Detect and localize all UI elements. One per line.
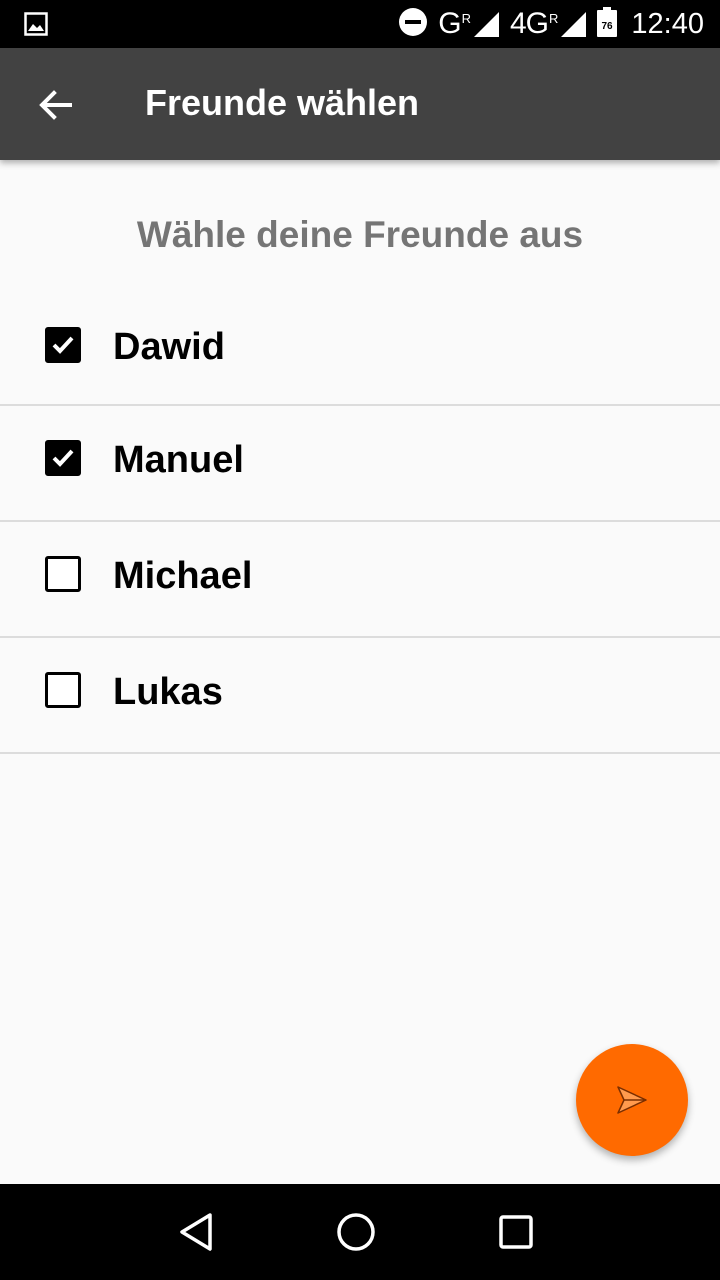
page-title: Freunde wählen bbox=[145, 82, 420, 123]
arrow-back-icon bbox=[39, 90, 72, 120]
friend-checkbox[interactable] bbox=[45, 556, 81, 592]
signal-icon bbox=[474, 12, 499, 37]
battery-level: 76 bbox=[602, 21, 614, 32]
friend-row[interactable]: Lukas bbox=[0, 638, 720, 754]
screen: GR 4G R 76 12:40 Freunde wählen Wähle de… bbox=[0, 0, 720, 1280]
friend-row[interactable]: Michael bbox=[0, 522, 720, 638]
nav-bar bbox=[0, 1184, 720, 1280]
gallery-notification-icon bbox=[24, 12, 48, 41]
friend-name: Michael bbox=[113, 555, 253, 597]
dnd-icon bbox=[398, 7, 428, 42]
network-1: GR bbox=[438, 7, 500, 41]
friend-checkbox[interactable] bbox=[45, 327, 81, 363]
app-bar: Freunde wählen bbox=[0, 48, 720, 160]
send-button[interactable] bbox=[576, 1044, 688, 1156]
checkmark-icon bbox=[52, 336, 74, 354]
friend-checkbox[interactable] bbox=[45, 672, 81, 708]
friend-list: Dawid Manuel Michael Lukas bbox=[0, 290, 720, 754]
friend-row[interactable]: Dawid bbox=[0, 290, 720, 406]
signal-icon bbox=[561, 12, 587, 37]
status-bar: GR 4G R 76 12:40 bbox=[0, 0, 720, 48]
subtitle: Wähle deine Freunde aus bbox=[136, 214, 584, 255]
clock: 12:40 bbox=[631, 7, 704, 40]
battery-icon: 76 bbox=[597, 6, 618, 42]
friend-row[interactable]: Manuel bbox=[0, 406, 720, 522]
nav-recents-button[interactable] bbox=[494, 1210, 538, 1254]
friend-name: Manuel bbox=[113, 439, 244, 481]
nav-recents-icon bbox=[499, 1215, 533, 1249]
friend-name: Lukas bbox=[113, 671, 223, 713]
friend-checkbox[interactable] bbox=[45, 440, 81, 476]
friend-name: Dawid bbox=[113, 326, 225, 368]
nav-home-icon bbox=[337, 1213, 375, 1251]
send-icon bbox=[617, 1086, 647, 1114]
nav-back-icon bbox=[180, 1213, 212, 1251]
back-button[interactable] bbox=[30, 80, 80, 130]
checkmark-icon bbox=[52, 449, 74, 467]
network-2: 4G R bbox=[510, 7, 587, 41]
nav-back-button[interactable] bbox=[174, 1210, 218, 1254]
nav-home-button[interactable] bbox=[334, 1210, 378, 1254]
